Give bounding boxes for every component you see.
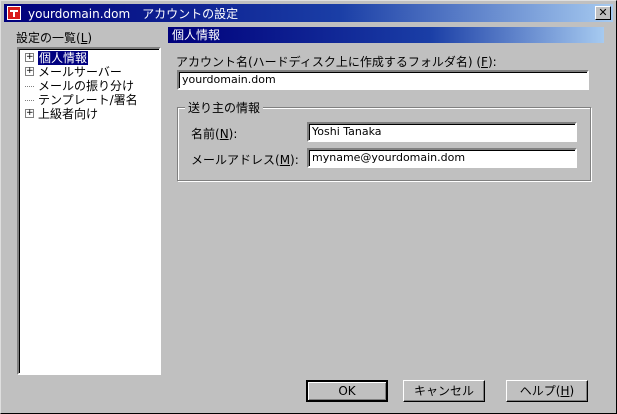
- name-mnemonic: N: [219, 127, 229, 141]
- name-label-suffix: ):: [228, 127, 238, 141]
- tree-item-mail-server[interactable]: + メールサーバー: [25, 65, 122, 79]
- expand-plus-icon[interactable]: +: [25, 53, 34, 62]
- settings-list-label: 設定の一覧(L): [16, 29, 92, 46]
- help-button-text: ヘルプ(: [519, 384, 561, 398]
- tree-item-label: メールサーバー: [38, 65, 122, 79]
- settings-list-label-suffix: ): [87, 31, 93, 45]
- tree-item-mail-filtering[interactable]: メールの振り分け: [25, 79, 134, 93]
- email-input[interactable]: myname@yourdomain.dom: [307, 148, 577, 168]
- settings-tree[interactable]: + 個人情報 + メールサーバー メールの振り分け テンプレート/署名 + 上級者向け: [17, 47, 161, 375]
- name-label: 名前(N):: [191, 125, 237, 142]
- tree-item-personal-info[interactable]: + 個人情報: [25, 51, 89, 65]
- expand-plus-icon[interactable]: +: [25, 109, 34, 118]
- account-name-label-text: アカウント名(ハードディスク上に作成するフォルダ名) (: [176, 55, 482, 69]
- email-mnemonic: M: [279, 153, 291, 167]
- ok-button[interactable]: OK: [306, 380, 388, 402]
- account-name-label-suffix: ):: [487, 55, 497, 69]
- close-icon[interactable]: ✕: [595, 6, 611, 20]
- settings-list-label-text: 設定の一覧(: [16, 31, 81, 45]
- account-name-mnemonic: F: [481, 55, 488, 69]
- expand-plus-icon[interactable]: +: [25, 67, 34, 76]
- name-label-text: 名前(: [191, 127, 220, 141]
- title-bar[interactable]: yourdomain.dom アカウントの設定 ✕: [4, 4, 613, 22]
- help-button-suffix: ): [569, 384, 575, 398]
- window-title: yourdomain.dom アカウントの設定: [28, 7, 239, 21]
- tree-connector: [25, 86, 34, 87]
- account-settings-window: yourdomain.dom アカウントの設定 ✕ 設定の一覧(L) + 個人情報…: [0, 0, 617, 414]
- sender-info-group-title: 送り主の情報: [185, 99, 264, 116]
- help-button[interactable]: ヘルプ(H): [506, 380, 588, 402]
- tree-item-label: メールの振り分け: [38, 79, 135, 93]
- tree-connector: [25, 100, 34, 101]
- sender-info-group: [177, 107, 591, 181]
- name-input[interactable]: Yoshi Tanaka: [307, 122, 577, 142]
- account-name-label: アカウント名(ハードディスク上に作成するフォルダ名) (F):: [176, 53, 497, 70]
- tree-item-label: 上級者向け: [38, 107, 99, 121]
- email-label-suffix: ):: [290, 153, 299, 167]
- email-label: メールアドレス(M):: [191, 151, 299, 168]
- tree-item-label: テンプレート/署名: [38, 93, 138, 107]
- help-mnemonic: H: [560, 384, 570, 398]
- account-name-input[interactable]: yourdomain.dom: [177, 70, 589, 90]
- email-label-text: メールアドレス(: [191, 153, 280, 167]
- tree-item-template-signature[interactable]: テンプレート/署名: [25, 93, 138, 107]
- tree-item-label: 個人情報: [38, 51, 89, 65]
- tree-item-advanced[interactable]: + 上級者向け: [25, 107, 98, 121]
- cancel-button[interactable]: キャンセル: [403, 380, 485, 402]
- panel-title: 個人情報: [168, 27, 604, 43]
- app-icon: [7, 6, 21, 20]
